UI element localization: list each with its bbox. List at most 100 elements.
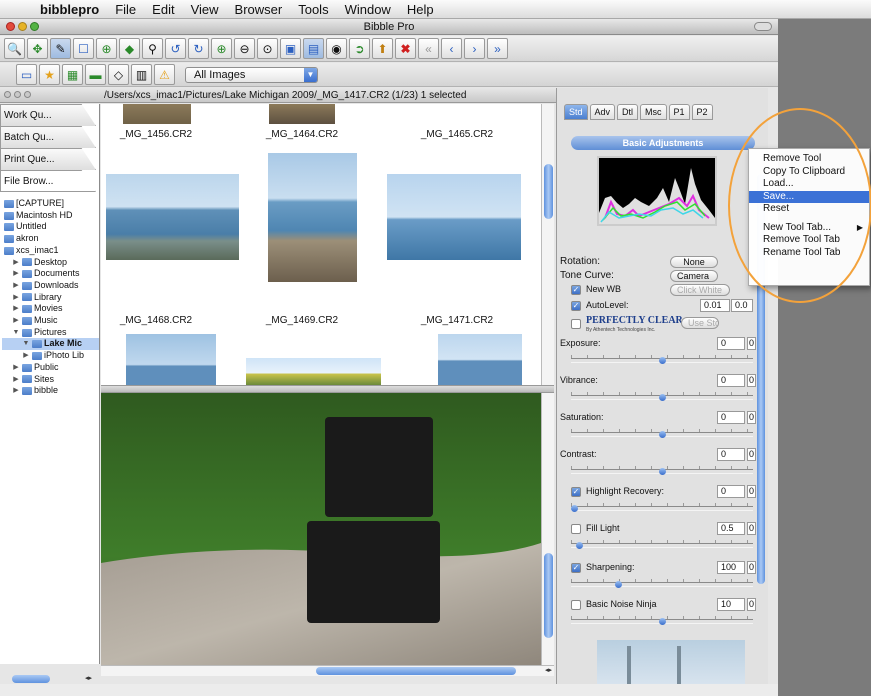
zoom-in-icon[interactable]: ⊕: [211, 38, 232, 59]
grid-view-icon[interactable]: ▦: [62, 64, 83, 85]
slider-knob[interactable]: [659, 357, 666, 364]
export-icon[interactable]: ➲: [349, 38, 370, 59]
tab-msc[interactable]: Msc: [640, 104, 667, 120]
scroll-arrows-icon[interactable]: ◂▸: [545, 666, 552, 676]
panel-icon[interactable]: ▤: [303, 38, 324, 59]
slider-value-field[interactable]: 0.5: [717, 522, 745, 535]
slider-enable-checkbox[interactable]: [571, 524, 581, 534]
disclosure-closed-icon[interactable]: ▶: [22, 350, 30, 362]
autolevel-checkbox[interactable]: ✓: [571, 301, 581, 311]
slider-second-value[interactable]: 0: [747, 598, 756, 611]
previous-icon[interactable]: ‹: [441, 38, 462, 59]
rotate-left-icon[interactable]: ↺: [165, 38, 186, 59]
menu-item-new-tool-tab[interactable]: New Tool Tab... ▶: [749, 222, 869, 235]
folder-tree-item[interactable]: ▶ Documents: [2, 268, 99, 280]
menu-app-name[interactable]: bibblepro: [40, 2, 99, 17]
tab-print-queue[interactable]: Print Que...: [0, 148, 96, 170]
tag-icon[interactable]: ◇: [108, 64, 129, 85]
menu-file[interactable]: File: [115, 2, 136, 17]
menu-view[interactable]: View: [191, 2, 219, 17]
last-icon[interactable]: »: [487, 38, 508, 59]
pane-splitter[interactable]: [101, 385, 554, 393]
disclosure-open-icon[interactable]: ▼: [12, 327, 20, 339]
menu-item-remove-tool-tab[interactable]: Remove Tool Tab: [749, 234, 869, 247]
photo-icon[interactable]: ▬: [85, 64, 106, 85]
menu-item-save[interactable]: Save...: [749, 190, 869, 203]
disclosure-closed-icon[interactable]: ▶: [12, 315, 20, 327]
menu-help[interactable]: Help: [407, 2, 434, 17]
slider-knob[interactable]: [659, 394, 666, 401]
slider-track[interactable]: [571, 429, 753, 438]
next-icon[interactable]: ›: [464, 38, 485, 59]
image-filter-select[interactable]: All Images ▼: [185, 66, 318, 83]
menu-browser[interactable]: Browser: [235, 2, 283, 17]
zoom-window-button[interactable]: [30, 22, 39, 31]
thumbnail[interactable]: [438, 334, 522, 385]
slider-second-value[interactable]: 0: [747, 337, 756, 350]
disclosure-closed-icon[interactable]: ▶: [12, 257, 20, 269]
tone-curve-select[interactable]: Camera: [670, 270, 718, 282]
pane-minimize-icon[interactable]: [14, 91, 21, 98]
slider-value-field[interactable]: 0: [717, 411, 745, 424]
slider-enable-checkbox[interactable]: ✓: [571, 563, 581, 573]
tab-adv[interactable]: Adv: [589, 104, 616, 120]
close-window-button[interactable]: [6, 22, 15, 31]
pane-close-icon[interactable]: [4, 91, 11, 98]
slider-value-field[interactable]: 0: [717, 485, 745, 498]
menu-item-remove-tool[interactable]: Remove Tool: [749, 153, 869, 166]
brush-icon[interactable]: ◆: [119, 38, 140, 59]
folder-tree-item[interactable]: Macintosh HD: [2, 210, 99, 222]
thumbnail[interactable]: [126, 334, 216, 385]
zoom-icon[interactable]: 🔍: [4, 38, 25, 59]
view-mode-icon[interactable]: ▭: [16, 64, 37, 85]
menu-edit[interactable]: Edit: [152, 2, 174, 17]
slider-track[interactable]: [571, 579, 753, 588]
thumbnail-scrollbar[interactable]: [541, 104, 554, 385]
folder-tree-item[interactable]: ▶ bibble: [2, 385, 99, 397]
slider-second-value[interactable]: 0: [747, 448, 756, 461]
slider-second-value[interactable]: 0: [747, 374, 756, 387]
slider-value-field[interactable]: 0: [717, 448, 745, 461]
pane-zoom-icon[interactable]: [24, 91, 31, 98]
tab-std[interactable]: Std: [564, 104, 588, 120]
tab-file-browser[interactable]: File Brow...: [0, 170, 96, 192]
tab-batch-queue[interactable]: Batch Qu...: [0, 126, 96, 148]
perfectly-clear-checkbox[interactable]: [571, 319, 581, 329]
tab-p1[interactable]: P1: [668, 104, 690, 120]
thumbnail[interactable]: [269, 104, 335, 124]
warning-icon[interactable]: ⚠: [154, 64, 175, 85]
slider-knob[interactable]: [659, 431, 666, 438]
slider-value-field[interactable]: 0: [717, 374, 745, 387]
folder-tree-item[interactable]: ▶ Public: [2, 362, 99, 374]
autolevel-value-1[interactable]: 0.01: [700, 299, 730, 312]
slider-enable-checkbox[interactable]: ✓: [571, 487, 581, 497]
disclosure-closed-icon[interactable]: ▶: [12, 385, 20, 397]
slider-knob[interactable]: [615, 581, 622, 588]
preview-vertical-scrollbar[interactable]: [541, 393, 554, 665]
slider-knob[interactable]: [659, 618, 666, 625]
crop-icon[interactable]: ☐: [73, 38, 94, 59]
slider-track[interactable]: [571, 616, 753, 625]
disclosure-closed-icon[interactable]: ▶: [12, 268, 20, 280]
folder-tree-item[interactable]: Untitled: [2, 221, 99, 233]
slider-value-field[interactable]: 10: [717, 598, 745, 611]
folder-tree-item[interactable]: akron: [2, 233, 99, 245]
folder-tree-item[interactable]: xcs_imac1: [2, 245, 99, 257]
zoom-fit-icon[interactable]: ⊙: [257, 38, 278, 59]
slider-knob[interactable]: [576, 542, 583, 549]
basic-adjustments-header[interactable]: Basic Adjustments: [571, 136, 755, 150]
move-icon[interactable]: ✥: [27, 38, 48, 59]
delete-icon[interactable]: ✖: [395, 38, 416, 59]
disclosure-closed-icon[interactable]: ▶: [12, 303, 20, 315]
slider-second-value[interactable]: 0: [747, 522, 756, 535]
menu-item-copy-to-clipboard[interactable]: Copy To Clipboard: [749, 166, 869, 179]
rotation-select[interactable]: None: [670, 256, 718, 268]
process-icon[interactable]: ◉: [326, 38, 347, 59]
folder-tree-item[interactable]: ▼ Lake Mic: [2, 338, 99, 351]
preview-horizontal-scrollbar[interactable]: ◂▸: [101, 665, 554, 676]
tab-work-queue[interactable]: Work Qu...: [0, 104, 96, 126]
slider-track[interactable]: [571, 540, 753, 549]
folder-tree-item[interactable]: ▼ Pictures: [2, 327, 99, 339]
wand-icon[interactable]: ⚲: [142, 38, 163, 59]
zoom-out-icon[interactable]: ⊖: [234, 38, 255, 59]
